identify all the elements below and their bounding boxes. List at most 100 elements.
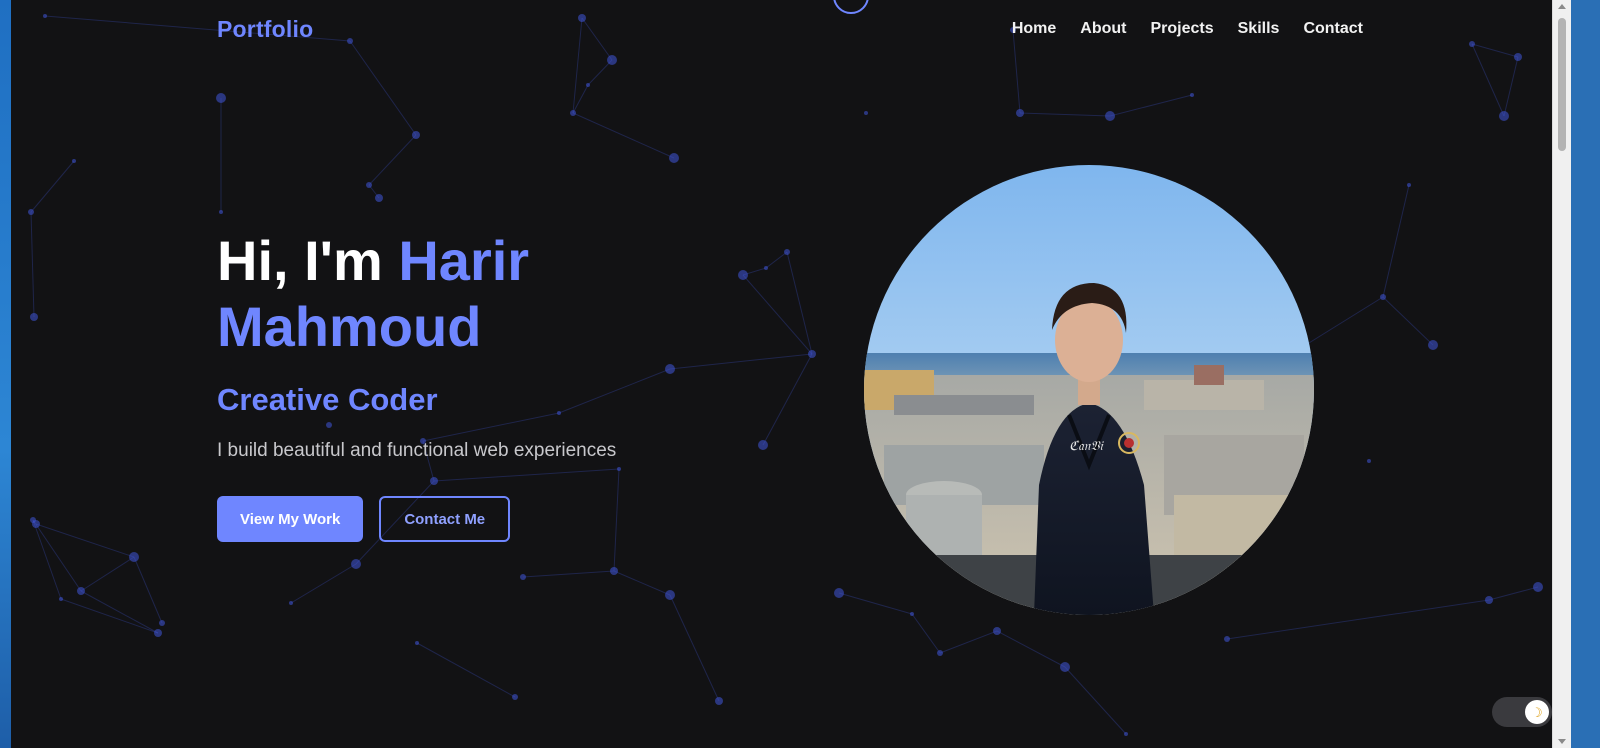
particle-dot	[834, 588, 844, 598]
particle-dot	[32, 520, 40, 528]
particle-dot	[1224, 636, 1230, 642]
particle-dot	[1016, 109, 1024, 117]
particle-link	[1382, 296, 1434, 346]
hero-button-row: View My Work Contact Me	[217, 496, 777, 542]
particle-link	[60, 598, 159, 634]
particle-dot	[715, 697, 723, 705]
page-scrollbar[interactable]	[1552, 0, 1571, 748]
particle-dot	[864, 111, 868, 115]
particle-link	[587, 59, 613, 86]
desktop-edge	[0, 0, 11, 748]
nav-link-home[interactable]: Home	[1012, 20, 1056, 38]
hero-name-first: Harir	[398, 229, 530, 292]
particle-dot	[351, 559, 361, 569]
particle-dot	[1533, 582, 1543, 592]
particle-dot	[784, 249, 790, 255]
particle-link	[290, 563, 357, 604]
particle-link	[613, 570, 671, 596]
particle-dot	[412, 131, 420, 139]
particle-link	[1064, 666, 1127, 735]
particle-dot	[669, 153, 679, 163]
particle-dot	[30, 313, 38, 321]
particle-link	[669, 594, 720, 702]
scroll-up-arrow-icon[interactable]	[1558, 4, 1566, 9]
particle-link	[838, 592, 913, 615]
particle-dot	[1190, 93, 1194, 97]
particle-link	[911, 613, 941, 654]
particle-dot	[72, 159, 76, 163]
nav-link-projects[interactable]: Projects	[1150, 20, 1213, 38]
particle-link	[368, 134, 417, 186]
particle-link	[786, 251, 813, 355]
nav-links: Home About Projects Skills Contact	[1012, 20, 1363, 38]
particle-dot	[586, 83, 590, 87]
particle-dot	[1124, 732, 1128, 736]
top-navigation: Portfolio Home About Projects Skills Con…	[11, 0, 1571, 62]
theme-toggle[interactable]: ☽	[1492, 697, 1552, 727]
moon-icon: ☽	[1525, 700, 1549, 724]
page-viewport: Portfolio Home About Projects Skills Con…	[11, 0, 1571, 748]
particle-dot	[937, 650, 943, 656]
particle-dot	[219, 210, 223, 214]
particle-link	[416, 642, 516, 698]
particle-link	[35, 523, 135, 558]
particle-dot	[216, 93, 226, 103]
scroll-down-arrow-icon[interactable]	[1558, 739, 1566, 744]
particle-dot	[1428, 340, 1438, 350]
particle-dot	[808, 350, 816, 358]
particle-link	[1488, 586, 1539, 601]
particle-dot	[520, 574, 526, 580]
particle-link	[939, 630, 998, 654]
particle-link	[1503, 56, 1519, 117]
particle-link	[133, 556, 163, 624]
hero-title: Hi, I'm Harir Mahmoud	[217, 228, 777, 360]
particle-dot	[610, 567, 618, 575]
svg-text:ℭ𝔞𝔫𝔙𝔦: ℭ𝔞𝔫𝔙𝔦	[1069, 439, 1104, 454]
particle-link	[32, 519, 62, 600]
particle-link	[522, 570, 615, 578]
particle-dot	[512, 694, 518, 700]
particle-dot	[1499, 111, 1509, 121]
particle-link	[30, 160, 75, 213]
particle-dot	[366, 182, 372, 188]
scrollbar-thumb[interactable]	[1558, 18, 1566, 151]
hero-greeting: Hi, I'm	[217, 229, 383, 292]
profile-photo: ℭ𝔞𝔫𝔙𝔦	[864, 165, 1314, 615]
particle-link	[1226, 599, 1490, 640]
particle-dot	[570, 110, 576, 116]
particle-dot	[375, 194, 383, 202]
particle-link	[80, 590, 159, 634]
particle-link	[1019, 112, 1111, 117]
particle-dot	[28, 209, 34, 215]
particle-dot	[159, 620, 165, 626]
particle-dot	[1060, 662, 1070, 672]
particle-dot	[665, 590, 675, 600]
contact-me-button[interactable]: Contact Me	[379, 496, 511, 542]
particle-dot	[1380, 294, 1386, 300]
particle-link	[30, 211, 35, 318]
nav-link-skills[interactable]: Skills	[1238, 20, 1280, 38]
particle-dot	[1105, 111, 1115, 121]
particle-dot	[1367, 459, 1371, 463]
particle-dot	[77, 587, 85, 595]
particle-link	[80, 556, 135, 592]
site-logo[interactable]: Portfolio	[217, 16, 313, 43]
view-my-work-button[interactable]: View My Work	[217, 496, 364, 542]
particle-dot	[154, 629, 162, 637]
hero-name-last: Mahmoud	[217, 295, 482, 358]
particle-dot	[129, 552, 139, 562]
hero-description: I build beautiful and functional web exp…	[217, 440, 617, 461]
particle-dot	[59, 597, 63, 601]
particle-link	[1382, 184, 1410, 298]
particle-dot	[289, 601, 293, 605]
profile-photo-illustration: ℭ𝔞𝔫𝔙𝔦	[864, 165, 1314, 615]
particle-dot	[993, 627, 1001, 635]
particle-link	[1109, 94, 1193, 117]
particle-link	[996, 630, 1066, 668]
particle-dot	[415, 641, 419, 645]
hero-section: Hi, I'm Harir Mahmoud Creative Coder I b…	[217, 228, 777, 542]
hero-subtitle: Creative Coder	[217, 382, 438, 417]
particle-dot	[1407, 183, 1411, 187]
nav-link-contact[interactable]: Contact	[1303, 20, 1363, 38]
nav-link-about[interactable]: About	[1080, 20, 1126, 38]
